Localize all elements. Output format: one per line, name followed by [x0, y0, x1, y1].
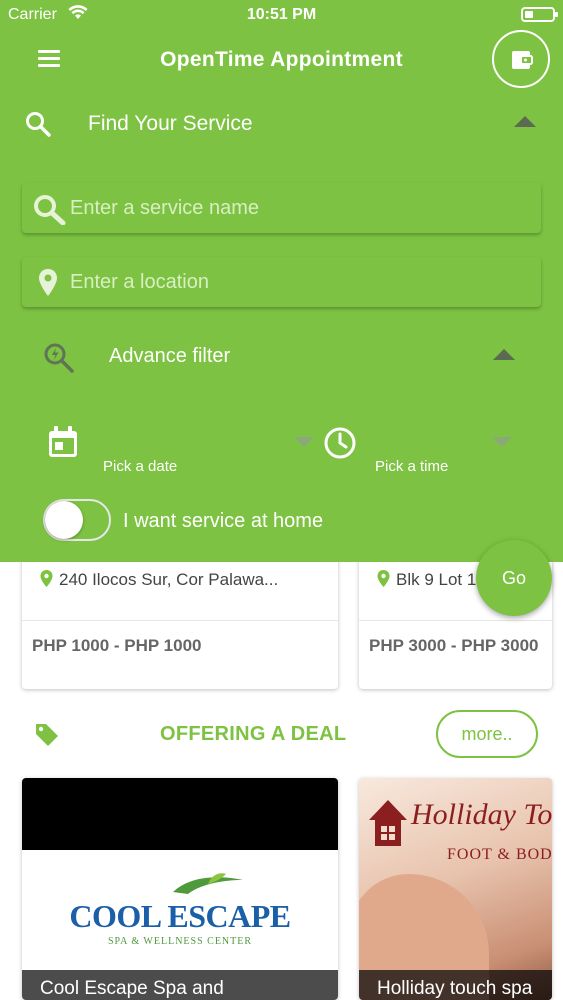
deal-logo: COOL ESCAPE SPA & WELLNESS CENTER: [22, 850, 338, 970]
find-service-toggle[interactable]: Find Your Service: [0, 100, 563, 150]
listing-address-text: 240 Ilocos Sur, Cor Palawa...: [59, 570, 279, 589]
advance-filter-toggle[interactable]: Advance filter: [0, 335, 563, 379]
advance-filter-label: Advance filter: [109, 345, 231, 367]
date-picker[interactable]: Pick a date: [44, 423, 316, 483]
filter-icon: [44, 343, 74, 373]
listing-address: Blk 9 Lot 1: [377, 570, 476, 590]
wallet-button[interactable]: [492, 30, 550, 88]
time-picker[interactable]: Pick a time: [322, 423, 516, 483]
home-service-label: I want service at home: [123, 510, 324, 532]
location-pin-icon: [39, 269, 57, 296]
search-icon: [26, 112, 51, 137]
clock-icon: [324, 427, 356, 459]
location-pin-icon: [377, 570, 390, 587]
go-button[interactable]: Go: [476, 540, 552, 616]
battery-icon: [521, 7, 558, 22]
status-bar: Carrier 10:51 PM: [0, 0, 563, 30]
service-name-input[interactable]: [70, 183, 530, 233]
chevron-up-icon: [493, 349, 515, 360]
deal-logo-subtext: FOOT & BODY: [447, 846, 552, 863]
deal-logo-text: COOL ESCAPE: [69, 898, 291, 934]
pick-date-label: Pick a date: [103, 458, 178, 475]
tag-icon: [36, 724, 58, 746]
wallet-icon: [512, 51, 533, 69]
listing-address: 240 Ilocos Sur, Cor Palawa...: [40, 570, 278, 590]
navbar: OpenTime Appointment: [0, 30, 563, 90]
deals-title: OFFERING A DEAL: [160, 723, 347, 745]
app-title: OpenTime Appointment: [160, 48, 403, 71]
find-service-label: Find Your Service: [88, 112, 253, 135]
deal-card[interactable]: Holliday To FOOT & BODY Holliday touch s…: [359, 778, 552, 1000]
calendar-icon: [49, 426, 77, 457]
location-input[interactable]: [70, 257, 530, 307]
deal-caption: Cool Escape Spa and: [22, 970, 338, 1000]
house-icon: [369, 800, 407, 846]
listing-price: PHP 3000 - PHP 3000: [369, 636, 539, 655]
location-pin-icon: [40, 570, 53, 587]
status-time: 10:51 PM: [246, 6, 317, 23]
more-deals-button[interactable]: more..: [436, 710, 538, 758]
deals-header: OFFERING A DEAL more..: [0, 708, 563, 760]
home-service-toggle[interactable]: [43, 499, 111, 541]
pick-time-label: Pick a time: [375, 458, 449, 475]
deal-card[interactable]: COOL ESCAPE SPA & WELLNESS CENTER Cool E…: [22, 778, 338, 1000]
leaf-icon: [173, 873, 243, 894]
card-divider: [22, 620, 338, 621]
location-field: [22, 257, 541, 307]
home-service-row: I want service at home: [0, 497, 563, 543]
search-icon: [34, 195, 66, 225]
deal-logo-subtext: SPA & WELLNESS CENTER: [107, 936, 253, 947]
service-field: [22, 183, 541, 233]
deal-caption: Holliday touch spa: [359, 970, 552, 1000]
listing-address-text: Blk 9 Lot 1: [396, 570, 477, 589]
search-panel: Carrier 10:51 PM OpenTime Appointment Fi…: [0, 0, 563, 562]
listing-card[interactable]: 240 Ilocos Sur, Cor Palawa... PHP 1000 -…: [22, 555, 338, 689]
listing-price: PHP 1000 - PHP 1000: [32, 636, 202, 655]
deal-logo-text: Holliday To: [411, 798, 552, 831]
chevron-up-icon: [514, 116, 536, 127]
card-divider: [359, 620, 552, 621]
deal-image: [22, 778, 338, 850]
chevron-down-icon: [492, 437, 512, 447]
chevron-down-icon: [294, 437, 314, 447]
